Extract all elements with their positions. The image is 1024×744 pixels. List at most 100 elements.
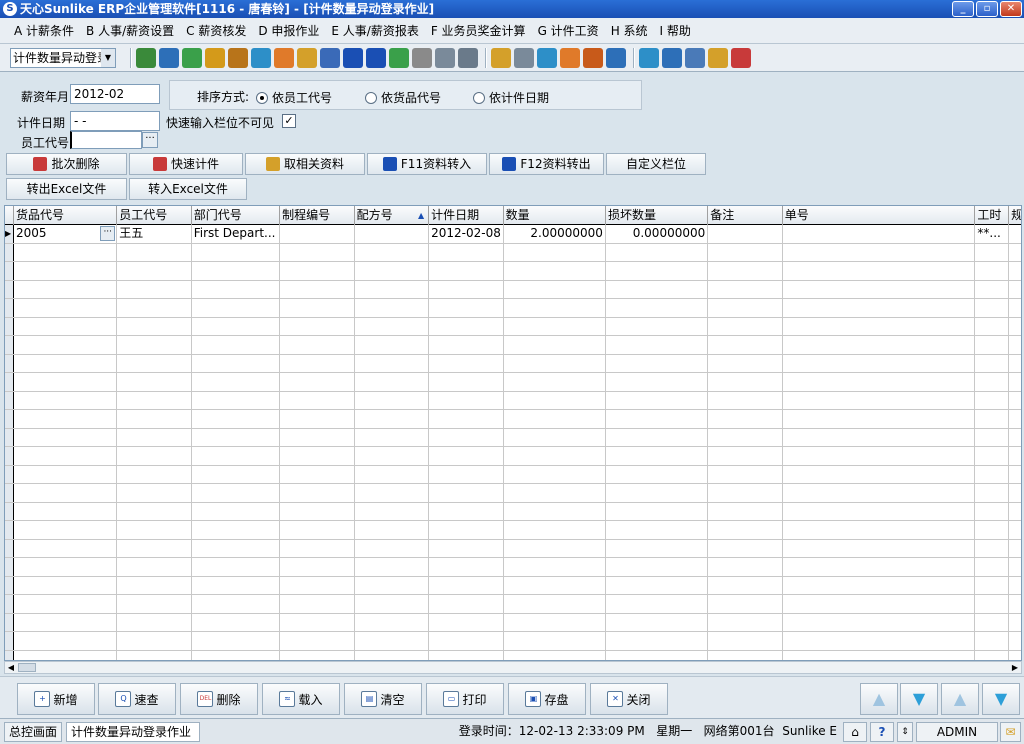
table-row[interactable] [5, 262, 1021, 281]
table-cell[interactable] [14, 410, 118, 428]
minimize-button[interactable]: _ [952, 1, 974, 17]
table-cell[interactable] [117, 502, 192, 520]
table-cell[interactable] [14, 317, 118, 335]
table-cell[interactable] [355, 539, 430, 557]
table-cell[interactable] [280, 632, 355, 650]
table-row[interactable] [5, 280, 1021, 299]
table-cell[interactable] [606, 299, 709, 317]
table-cell[interactable] [192, 280, 281, 298]
prev-record-icon[interactable]: ▼ [900, 683, 938, 715]
table-row[interactable] [5, 336, 1021, 355]
row-indicator[interactable] [5, 465, 14, 483]
table-cell[interactable] [14, 280, 118, 298]
row-indicator[interactable] [5, 632, 14, 650]
row-indicator[interactable] [5, 521, 14, 539]
table-cell[interactable] [117, 354, 192, 372]
table-cell[interactable] [280, 465, 355, 483]
product-lookup-button[interactable]: ··· [100, 226, 116, 241]
table-cell[interactable] [192, 632, 281, 650]
table-cell[interactable] [192, 391, 281, 409]
table-cell[interactable] [355, 613, 430, 631]
table-cell[interactable] [280, 336, 355, 354]
table-cell[interactable] [708, 632, 783, 650]
menu-hr-settings[interactable]: B 人事/薪资设置 [86, 22, 174, 39]
calculator-icon[interactable] [458, 47, 478, 68]
table-cell[interactable] [192, 613, 281, 631]
column-header[interactable]: 备注 [708, 206, 783, 225]
table-cell[interactable] [429, 428, 504, 446]
table-cell[interactable] [504, 576, 606, 594]
table-cell[interactable] [1009, 521, 1021, 539]
table-cell[interactable] [355, 447, 430, 465]
table-cell[interactable] [429, 650, 504, 660]
table-cell[interactable] [606, 539, 709, 557]
table-cell[interactable] [280, 428, 355, 446]
table-cell[interactable] [192, 262, 281, 280]
table-cell[interactable] [975, 595, 1010, 613]
row-indicator[interactable] [5, 317, 14, 335]
table-cell[interactable] [783, 484, 976, 502]
check-icon[interactable] [537, 47, 557, 68]
table-cell[interactable] [708, 317, 783, 335]
table-cell[interactable] [280, 484, 355, 502]
table-cell[interactable] [429, 502, 504, 520]
table-cell[interactable] [708, 521, 783, 539]
row-indicator[interactable] [5, 595, 14, 613]
table-cell[interactable] [355, 521, 430, 539]
table-row[interactable] [5, 484, 1021, 503]
table-cell[interactable] [708, 262, 783, 280]
last-record-icon[interactable]: ▼ [982, 683, 1020, 715]
table-cell[interactable] [504, 595, 606, 613]
table-cell[interactable] [280, 280, 355, 298]
table-cell[interactable] [280, 373, 355, 391]
table-cell[interactable] [606, 373, 709, 391]
table-cell[interactable] [280, 243, 355, 261]
table-cell[interactable] [1009, 318, 1021, 336]
table-cell[interactable] [606, 632, 709, 650]
table-cell[interactable] [280, 650, 355, 660]
people-icon[interactable] [274, 47, 294, 68]
table-cell[interactable] [355, 595, 430, 613]
table-cell[interactable] [117, 243, 192, 261]
table-cell[interactable] [14, 373, 118, 391]
table-cell[interactable] [117, 613, 192, 631]
table-cell[interactable] [117, 595, 192, 613]
column-header[interactable]: 数量 [504, 206, 606, 225]
row-indicator[interactable] [5, 613, 14, 631]
tree-icon[interactable] [136, 47, 156, 68]
table-cell[interactable] [783, 521, 976, 539]
table-cell[interactable] [355, 354, 430, 372]
table-cell[interactable] [504, 521, 606, 539]
row-indicator[interactable] [5, 650, 14, 660]
table-cell[interactable] [117, 299, 192, 317]
table-cell[interactable] [1009, 410, 1021, 428]
f12-export-button[interactable]: F12资料转出 [489, 153, 604, 175]
table-cell[interactable] [504, 373, 606, 391]
table-cell[interactable] [606, 336, 709, 354]
table-cell[interactable] [504, 262, 606, 280]
table-cell[interactable] [1009, 373, 1021, 391]
table-cell[interactable] [1009, 336, 1021, 354]
refresh-icon[interactable] [639, 47, 659, 68]
main-console-tab[interactable]: 总控画面 [4, 722, 62, 742]
table-cell[interactable] [783, 428, 976, 446]
table-cell[interactable] [117, 521, 192, 539]
spin-arrows-icon[interactable]: ⇕ [897, 722, 913, 742]
phone-icon[interactable] [182, 47, 202, 68]
sort-by-product-radio[interactable]: 依货品代号 [365, 89, 441, 106]
menu-salary-issue[interactable]: C 薪资核发 [186, 22, 246, 39]
table-cell[interactable] [708, 373, 783, 391]
message-icon[interactable]: ✉ [1000, 722, 1021, 742]
coins-icon[interactable] [205, 47, 225, 68]
table-cell[interactable] [355, 336, 430, 354]
exit-icon[interactable] [731, 47, 751, 68]
table-cell[interactable] [355, 465, 430, 483]
table-cell[interactable] [192, 465, 281, 483]
table-cell[interactable] [708, 576, 783, 594]
table-cell[interactable] [280, 262, 355, 280]
table-cell[interactable] [783, 613, 976, 631]
table-cell[interactable] [14, 428, 118, 446]
table-cell[interactable] [975, 650, 1010, 660]
table-cell[interactable] [355, 484, 430, 502]
table-cell[interactable] [606, 280, 709, 298]
